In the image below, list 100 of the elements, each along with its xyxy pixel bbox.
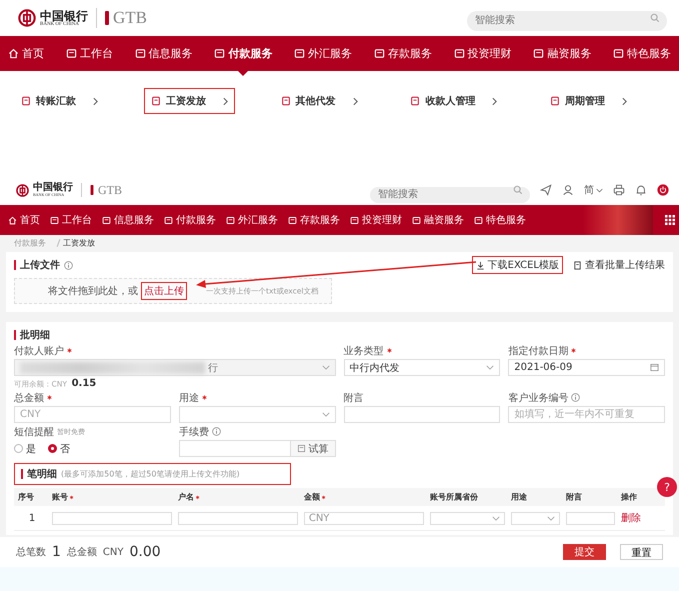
user-icon[interactable] [562,184,574,196]
nav-tab[interactable]: 付款服务 [164,213,216,227]
input-field[interactable]: 如填写，近一年内不可重复 [508,406,665,423]
field-label: 付款人账户 [14,344,64,358]
nav-tab[interactable]: 首页 [8,36,44,71]
nav-tab[interactable]: 工作台 [66,36,113,71]
select-field[interactable]: 中行内代发 [344,359,500,376]
box-icon [454,48,464,59]
nav-tab[interactable]: 首页 [8,213,40,227]
printer-icon[interactable] [613,184,625,196]
column-header: 附言 [566,492,584,503]
seal-icon [90,185,94,195]
box-icon [214,48,226,59]
column-header: 账号所属省份 [430,492,479,503]
submenu-item[interactable]: 工资发放 [144,88,235,114]
nav-tab[interactable]: 投资理财 [454,36,512,71]
payer-account-select[interactable]: 行 [14,359,336,376]
nav-tab[interactable]: 信息服务 [134,36,192,71]
fee-field[interactable] [178,440,290,457]
bank-logo-icon [18,9,36,27]
drop-text: 将文件拖到此处，或 [48,284,138,298]
nav-tab[interactable]: 特色服务 [474,213,526,227]
power-icon[interactable] [657,184,669,196]
nav-tab[interactable]: 工作台 [50,213,92,227]
seal-icon [105,11,109,25]
nav-tab[interactable]: 融资服务 [412,213,464,227]
balance-value: 0.15 [72,378,96,389]
box-icon [412,216,421,224]
box-icon [134,48,146,59]
submenu-item[interactable]: 转账汇款 [14,88,105,114]
click-upload-link[interactable]: 点击上传 [141,282,187,300]
submenu-item[interactable]: 其他代发 [274,88,364,114]
purpose-select[interactable] [511,512,560,524]
search-icon [650,13,660,23]
field-label: 总金额 [14,392,44,404]
column-header: 序号 [18,492,35,503]
view-results-link[interactable]: 查看批量上传结果 [573,258,665,272]
chevron-down-icon [547,516,556,520]
column-header: 户名 [178,491,274,503]
chevron-down-icon [492,516,500,520]
submit-button[interactable]: 提交 [563,544,606,560]
box-icon [294,48,305,59]
radio-button[interactable] [14,444,23,453]
search-field[interactable]: 智能搜索 [467,10,667,30]
chevron-down-icon [486,365,494,370]
field-label: 附言 [344,392,364,404]
count-value: 1 [52,544,61,560]
nav-tab[interactable]: 存款服务 [288,213,340,227]
radio-button[interactable] [48,444,57,453]
document-icon [150,96,161,106]
chevron-right-icon [93,96,98,106]
section-title: 批明细 [20,328,50,342]
bell-icon[interactable] [635,184,647,196]
count-label: 总笔数 [16,546,46,559]
chevron-right-icon [352,96,358,106]
field-label: 手续费 [178,426,209,438]
nav-tab[interactable]: 特色服务 [613,36,671,71]
chevron-down-icon [322,412,330,417]
radio-option[interactable]: 否 [48,442,70,456]
submenu-item[interactable]: 收款人管理 [403,88,504,114]
search-field[interactable]: 智能搜索 [370,186,530,202]
box-icon [102,216,111,224]
delete-link[interactable]: 删除 [620,513,641,524]
nav-tab[interactable]: 外汇服务 [294,36,352,71]
grid-icon[interactable] [665,215,675,225]
section-title: 上传文件 [20,258,60,272]
nav-tab[interactable]: 信息服务 [102,213,154,227]
download-template-button[interactable]: 下载EXCEL模版 [472,256,563,274]
field-label: 短信提醒 [14,426,54,438]
reset-button[interactable]: 重置 [620,544,663,560]
input-field[interactable]: CNY [14,406,171,423]
bank-logo-icon [16,184,29,196]
total-label: 总金额 [66,546,97,559]
calculate-button[interactable]: 试算 [290,440,336,457]
search-icon [513,185,523,195]
table-cell-text: 1 [28,512,36,524]
send-icon[interactable] [540,184,552,196]
nav-tab[interactable]: 投资理财 [350,213,402,227]
name-field[interactable] [178,512,298,524]
box-icon [288,216,297,224]
remark-field[interactable] [566,512,615,524]
province-select[interactable] [430,512,506,524]
language-selector[interactable]: 简 [584,183,594,197]
help-button[interactable]: ? [657,477,677,497]
account-field[interactable] [52,512,172,524]
nav-tab[interactable]: 融资服务 [533,36,592,71]
submenu-item[interactable]: 周期管理 [543,88,634,114]
nav-tab[interactable]: 外汇服务 [226,213,278,227]
input-field[interactable] [344,406,500,423]
download-icon [476,260,485,270]
box-icon [374,48,385,59]
date-field[interactable]: 2021-06-09 [508,359,665,376]
nav-tab[interactable]: 存款服务 [374,36,432,71]
box-icon [474,216,483,224]
select-field[interactable] [178,406,336,423]
box-icon [613,48,624,59]
radio-option[interactable]: 是 [14,442,36,456]
amount-field[interactable]: CNY [304,512,424,524]
brand-text: GTB [98,182,122,198]
box-icon [350,216,359,224]
